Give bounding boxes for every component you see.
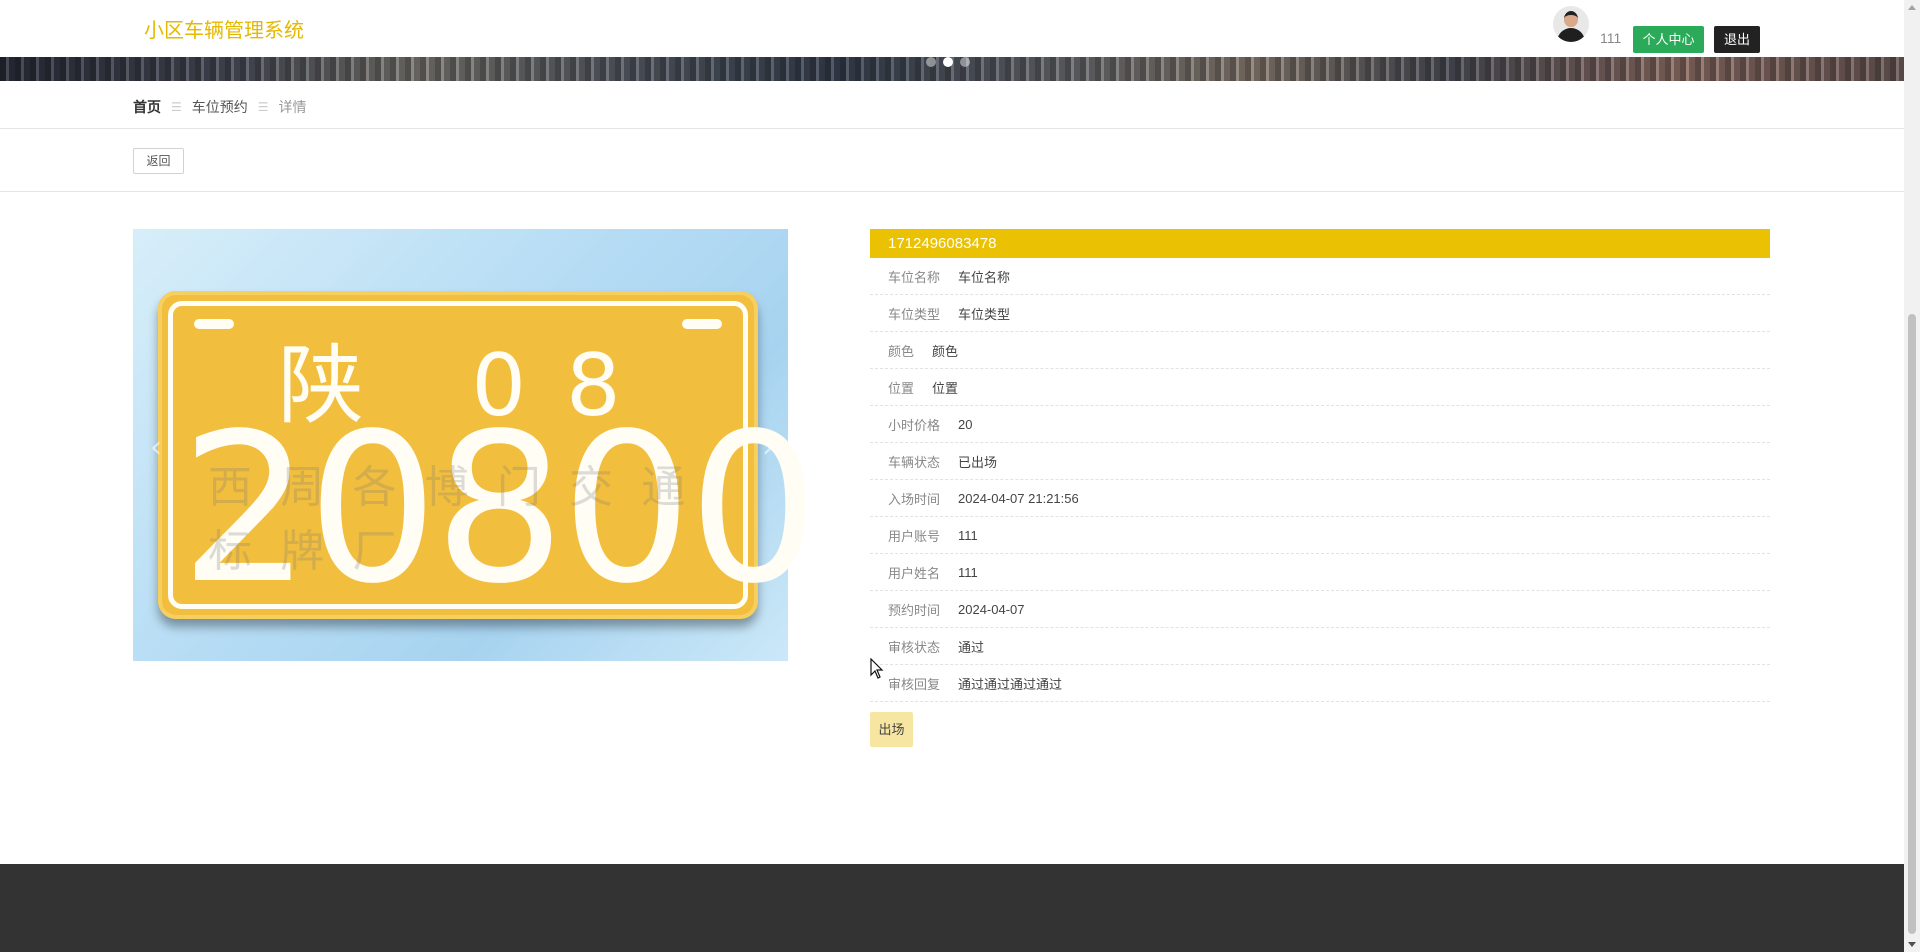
breadcrumb-parking-reservation[interactable]: 车位预约 xyxy=(192,97,248,117)
field-value: 通过通过通过通过 xyxy=(958,676,1063,692)
detail-row: 审核状态 通过 xyxy=(870,628,1770,665)
field-label: 用户账号 xyxy=(888,528,941,544)
field-value: 2024-04-07 21:21:56 xyxy=(958,490,1079,506)
carousel-dot-1[interactable] xyxy=(926,57,936,67)
field-value: 已出场 xyxy=(958,454,998,470)
carousel-dot-3[interactable] xyxy=(960,57,970,67)
field-label: 入场时间 xyxy=(888,491,941,507)
scrollbar-thumb[interactable] xyxy=(1908,314,1916,934)
detail-row: 入场时间 2024-04-07 21:21:56 xyxy=(870,480,1770,517)
field-label: 用户姓名 xyxy=(888,565,941,581)
mouse-cursor-icon xyxy=(870,658,884,679)
field-label: 车辆状态 xyxy=(888,454,941,470)
detail-row: 预约时间 2024-04-07 xyxy=(870,591,1770,628)
field-value: 20 xyxy=(958,416,973,432)
plate-slot-right xyxy=(682,319,722,329)
vehicle-image: 陕 08 20800 西 周 各 博 门 交 通 标 牌 厂 xyxy=(133,229,819,661)
detail-row: 车位名称 车位名称 xyxy=(870,258,1770,295)
page-footer xyxy=(0,864,1904,952)
field-value: 位置 xyxy=(932,380,959,396)
breadcrumb: 首页 ☰ 车位预约 ☰ 详情 xyxy=(133,97,307,117)
carousel-indicators xyxy=(926,57,970,67)
plate-slot-left xyxy=(194,319,234,329)
license-plate-picture: 陕 08 20800 西 周 各 博 门 交 通 标 牌 厂 xyxy=(158,291,819,619)
scroll-down-icon[interactable] xyxy=(1908,942,1916,947)
field-value: 车位类型 xyxy=(958,306,1011,322)
vertical-scrollbar[interactable] xyxy=(1904,0,1920,952)
field-label: 小时价格 xyxy=(888,417,941,433)
field-label: 位置 xyxy=(888,380,915,396)
exit-parking-button[interactable]: 出场 xyxy=(870,712,913,747)
field-value: 111 xyxy=(958,564,978,580)
username-label: 111 xyxy=(1600,30,1622,46)
field-label: 车位名称 xyxy=(888,269,941,285)
detail-row: 小时价格 20 xyxy=(870,406,1770,443)
detail-row: 车辆状态 已出场 xyxy=(870,443,1770,480)
detail-row: 用户账号 111 xyxy=(870,517,1770,554)
chevron-left-icon[interactable]: ‹ xyxy=(150,430,162,465)
site-title[interactable]: 小区车辆管理系统 xyxy=(144,14,304,43)
chevron-right-icon[interactable]: › xyxy=(762,430,774,465)
detail-panel: 1712496083478 车位名称 车位名称 车位类型 车位类型 颜色 颜色 位置位… xyxy=(870,229,1770,747)
plate-watermark: 西 周 各 博 门 交 通 标 牌 厂 xyxy=(208,463,694,576)
top-header: 小区车辆管理系统 111 个人中心 退出 xyxy=(0,0,1904,57)
breadcrumb-separator-icon: ☰ xyxy=(257,100,269,114)
field-label: 颜色 xyxy=(888,343,915,359)
field-value: 车位名称 xyxy=(958,269,1011,285)
field-label: 审核回复 xyxy=(888,676,941,692)
field-label: 车位类型 xyxy=(888,306,941,322)
detail-row: 颜色 颜色 xyxy=(870,332,1770,369)
carousel-dot-2[interactable] xyxy=(943,57,953,67)
field-value: 111 xyxy=(958,527,978,543)
detail-row: 位置 位置 xyxy=(870,369,1770,406)
detail-row: 审核回复 通过通过通过通过 xyxy=(870,665,1770,702)
detail-row: 用户姓名 111 xyxy=(870,554,1770,591)
back-bar: 返回 xyxy=(0,130,1904,192)
avatar-head xyxy=(1564,11,1578,27)
field-value: 颜色 xyxy=(932,343,959,359)
breadcrumb-bar: 首页 ☰ 车位预约 ☰ 详情 xyxy=(0,81,1904,129)
detail-row: 车位类型 车位类型 xyxy=(870,295,1770,332)
logout-button[interactable]: 退出 xyxy=(1714,26,1760,53)
scroll-up-icon[interactable] xyxy=(1908,5,1916,10)
field-value: 通过 xyxy=(958,639,985,655)
field-value: 2024-04-07 xyxy=(958,601,1025,617)
breadcrumb-home[interactable]: 首页 xyxy=(133,97,161,117)
profile-center-button[interactable]: 个人中心 xyxy=(1633,26,1704,53)
avatar-body xyxy=(1557,28,1585,42)
breadcrumb-separator-icon: ☰ xyxy=(171,100,182,114)
field-label: 审核状态 xyxy=(888,639,941,655)
breadcrumb-current: 详情 xyxy=(278,99,307,115)
back-button[interactable]: 返回 xyxy=(133,148,184,174)
avatar[interactable] xyxy=(1553,6,1589,42)
detail-title: 1712496083478 xyxy=(870,229,1770,258)
field-label: 预约时间 xyxy=(888,602,941,618)
